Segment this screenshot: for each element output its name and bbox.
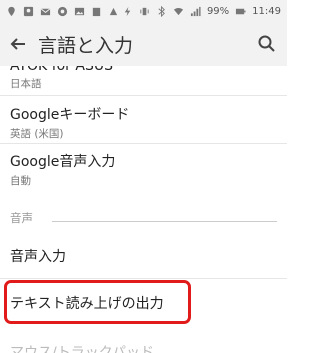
lightning-icon — [122, 6, 133, 17]
divider — [0, 95, 287, 96]
divider — [0, 278, 287, 279]
clipboard-icon — [91, 6, 102, 17]
vibrate-icon — [139, 6, 150, 17]
item-title: マウス/トラックパッド — [10, 345, 155, 353]
item-subtitle: 英語 (米国) — [10, 128, 64, 140]
status-bar: 99% 11:49 — [0, 0, 287, 22]
user-icon — [23, 6, 34, 17]
battery-icon — [235, 6, 246, 17]
app-bar: 言語と入力 — [0, 22, 287, 66]
section-divider — [52, 221, 277, 222]
back-arrow-icon[interactable] — [8, 34, 28, 54]
list-item-google-keyboard[interactable]: Googleキーボード 英語 (米国) — [0, 104, 287, 141]
clock: 11:49 — [252, 5, 281, 17]
page-title: 言語と入力 — [38, 35, 134, 57]
image-icon — [74, 6, 85, 17]
system-status: 99% 11:49 — [122, 5, 281, 17]
notification-area — [6, 6, 119, 17]
wifi-icon — [173, 6, 184, 17]
bluetooth-icon — [156, 5, 167, 17]
item-title: ATOK for ASUS — [10, 66, 113, 74]
search-icon[interactable] — [257, 34, 277, 54]
item-title: Googleキーボード — [10, 107, 130, 123]
mail-icon — [40, 6, 51, 17]
list-item-atok[interactable]: ATOK for ASUS 日本語 — [0, 66, 287, 91]
item-subtitle: 日本語 — [10, 78, 42, 90]
item-title: Google音声入力 — [10, 154, 116, 170]
list-item-mouse-trackpad[interactable]: マウス/トラックパッド — [0, 342, 287, 353]
item-subtitle: 自動 — [10, 175, 31, 187]
signal-icon — [190, 6, 201, 17]
item-title: 音声入力 — [10, 249, 66, 265]
section-header-voice: 音声 — [10, 211, 33, 225]
list-item-voice-input[interactable]: 音声入力 — [0, 246, 287, 266]
highlight-box — [4, 280, 191, 324]
divider — [0, 143, 287, 144]
drive-icon — [108, 6, 119, 17]
location-icon — [6, 6, 17, 17]
settings-list: ATOK for ASUS 日本語 Googleキーボード 英語 (米国) Go… — [0, 66, 287, 353]
app-icon — [57, 6, 68, 17]
battery-percent: 99% — [206, 5, 230, 17]
list-item-google-voice-input[interactable]: Google音声入力 自動 — [0, 151, 287, 188]
